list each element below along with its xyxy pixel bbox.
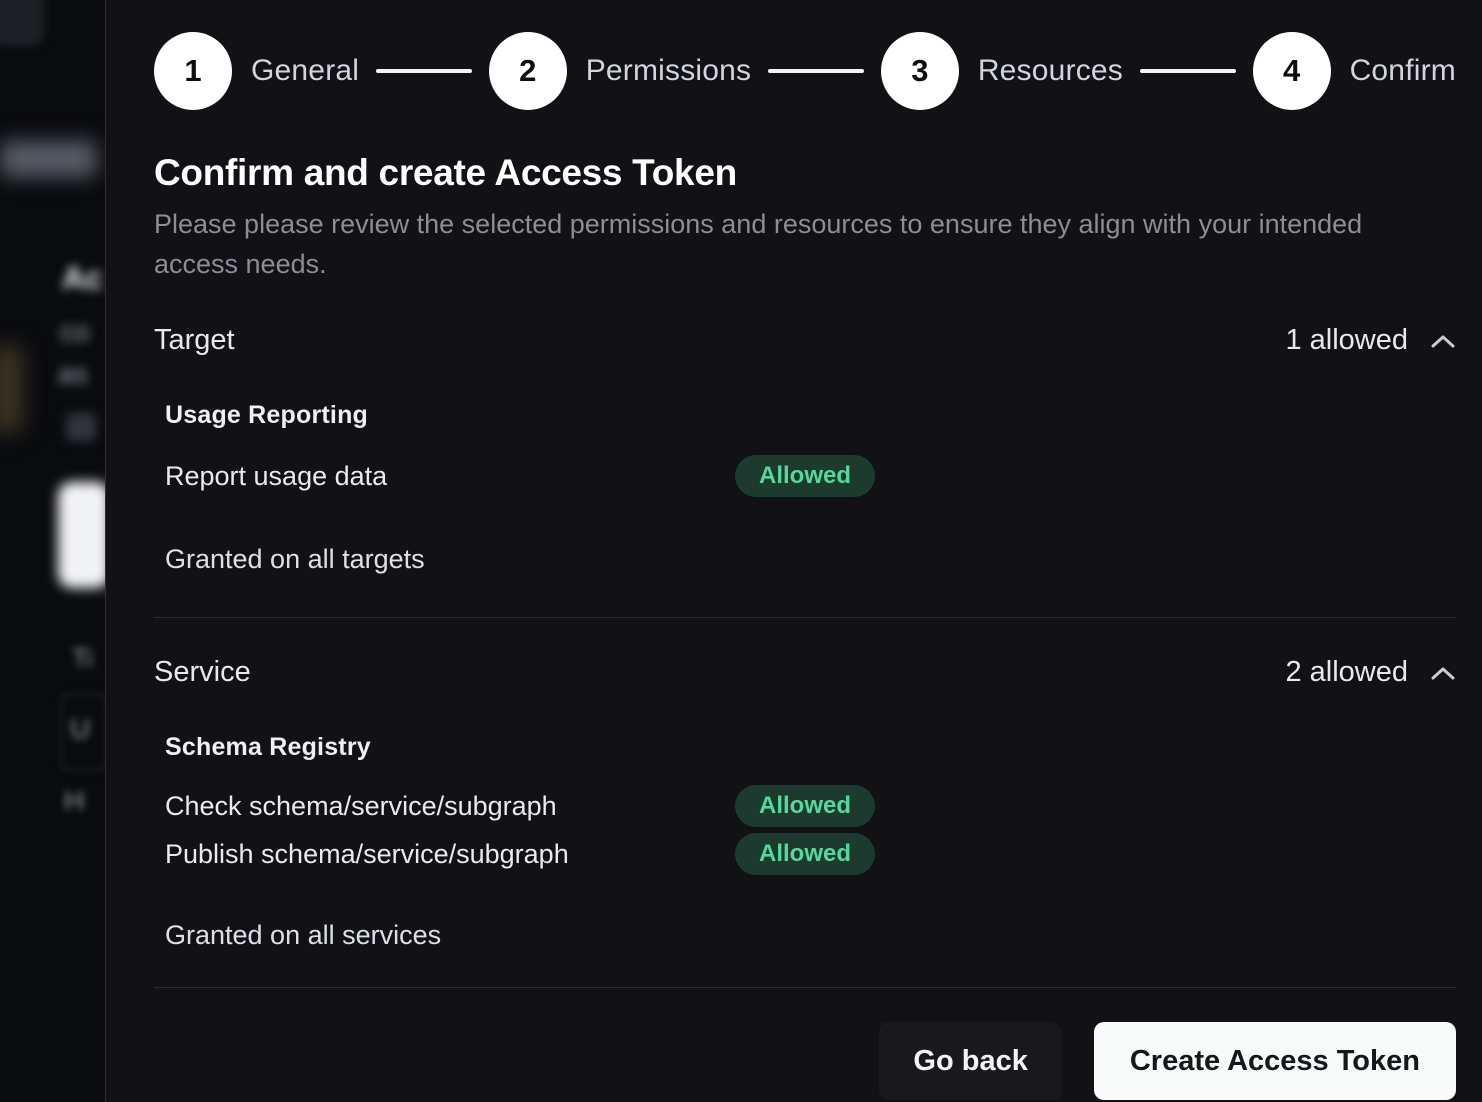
section-service-toggle[interactable]: 2 allowed	[1285, 656, 1456, 689]
step-general[interactable]: 1 General	[154, 32, 359, 110]
background-text-fragment: U	[70, 713, 90, 745]
granted-note: Granted on all targets	[165, 544, 1456, 575]
section-divider	[154, 617, 1456, 618]
background-page: Ac co as Ti U H	[0, 0, 105, 1102]
section-header-service: Service 2 allowed	[154, 656, 1456, 689]
background-text-fragment: as	[58, 358, 88, 390]
permission-row: Check schema/service/subgraph Allowed	[165, 784, 1456, 828]
step-number-circle: 1	[154, 32, 232, 110]
step-number-circle: 2	[489, 32, 567, 110]
background-logo-tile	[0, 0, 44, 46]
status-badge: Allowed	[735, 833, 875, 875]
chevron-up-icon	[1430, 333, 1456, 349]
page-title: Confirm and create Access Token	[154, 152, 1456, 194]
allowed-count: 2 allowed	[1285, 656, 1408, 689]
background-text-fragment: Ti	[72, 643, 93, 674]
chevron-up-icon	[1430, 665, 1456, 681]
permission-name: Publish schema/service/subgraph	[165, 839, 735, 870]
section-name: Target	[154, 324, 235, 357]
background-text-fragment: co	[60, 316, 90, 348]
permission-row: Publish schema/service/subgraph Allowed	[165, 832, 1456, 876]
permission-row: Report usage data Allowed	[165, 454, 1456, 498]
create-access-token-modal: 1 General 2 Permissions 3 Resources 4 Co…	[105, 0, 1482, 1102]
step-connector	[768, 69, 864, 73]
permission-name: Report usage data	[165, 461, 735, 492]
wizard-stepper: 1 General 2 Permissions 3 Resources 4 Co…	[154, 32, 1456, 110]
section-name: Service	[154, 656, 251, 689]
granted-note: Granted on all services	[165, 920, 1456, 951]
background-nav-blob	[0, 141, 97, 177]
step-confirm[interactable]: 4 Confirm	[1253, 32, 1456, 110]
allowed-count: 1 allowed	[1285, 324, 1408, 357]
step-label: Confirm	[1350, 54, 1456, 88]
footer-divider	[154, 987, 1456, 988]
step-connector	[1140, 69, 1236, 73]
background-text-fragment: Ac	[62, 260, 103, 297]
go-back-button[interactable]: Go back	[879, 1022, 1061, 1100]
background-text-fragment: H	[64, 785, 84, 817]
step-number-circle: 3	[881, 32, 959, 110]
step-label: General	[251, 54, 359, 88]
create-access-token-button[interactable]: Create Access Token	[1094, 1022, 1456, 1100]
section-header-target: Target 1 allowed	[154, 324, 1456, 357]
page-subtitle: Please please review the selected permis…	[154, 204, 1384, 284]
status-badge: Allowed	[735, 785, 875, 827]
status-badge: Allowed	[735, 455, 875, 497]
background-icon-tile	[66, 413, 96, 441]
permission-group-title: Schema Registry	[165, 733, 1456, 762]
section-target-toggle[interactable]: 1 allowed	[1285, 324, 1456, 357]
step-label: Resources	[978, 54, 1123, 88]
background-card-tile	[58, 482, 110, 588]
permission-group-title: Usage Reporting	[165, 401, 1456, 430]
step-label: Permissions	[586, 54, 752, 88]
permission-name: Check schema/service/subgraph	[165, 791, 735, 822]
step-resources[interactable]: 3 Resources	[881, 32, 1123, 110]
step-connector	[376, 69, 472, 73]
modal-footer: Go back Create Access Token	[154, 1022, 1456, 1100]
step-number-circle: 4	[1253, 32, 1331, 110]
background-accent-blob	[0, 345, 22, 433]
step-permissions[interactable]: 2 Permissions	[489, 32, 752, 110]
